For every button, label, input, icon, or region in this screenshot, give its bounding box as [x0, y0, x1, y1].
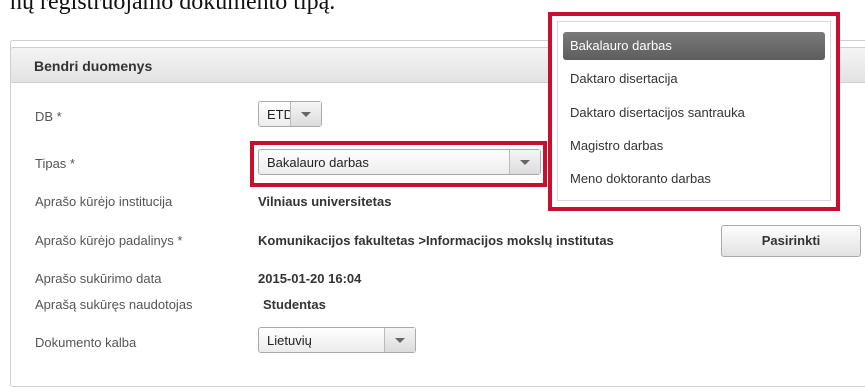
db-label: DB * — [35, 109, 62, 124]
type-select-value: Bakalauro darbas — [267, 155, 369, 170]
created-date-value: 2015-01-20 16:04 — [258, 271, 362, 286]
type-option-meno[interactable]: Meno doktoranto darbas — [563, 165, 825, 193]
intro-text: nų registruojamo dokumento tipą. — [10, 0, 336, 15]
language-select-toggle[interactable] — [384, 328, 415, 352]
db-select[interactable]: ETD — [258, 101, 322, 127]
institution-value: Vilniaus universitetas — [258, 194, 392, 209]
type-select[interactable]: Bakalauro darbas — [258, 149, 541, 175]
created-by-label: Aprašą sukūręs naudotojas — [35, 297, 193, 312]
chevron-down-icon — [301, 112, 311, 117]
language-label: Dokumento kalba — [35, 335, 137, 350]
select-department-button[interactable]: Pasirinkti — [721, 225, 861, 257]
type-option-magistro[interactable]: Magistro darbas — [563, 132, 825, 160]
type-label: Tipas * — [35, 156, 75, 171]
department-label: Aprašo kūrėjo padalinys * — [35, 233, 183, 248]
language-select-value: Lietuvių — [267, 333, 312, 348]
created-by-value: Studentas — [263, 297, 326, 312]
language-select[interactable]: Lietuvių — [258, 327, 416, 353]
institution-label: Aprašo kūrėjo institucija — [35, 194, 173, 209]
chevron-down-icon — [395, 338, 405, 343]
created-date-label: Aprašo sukūrimo data — [35, 271, 162, 286]
type-select-toggle[interactable] — [509, 150, 540, 174]
department-value: Komunikacijos fakultetas >Informacijos m… — [258, 233, 614, 248]
type-option-daktaro-santrauka[interactable]: Daktaro disertacijos santrauka — [563, 99, 825, 127]
db-select-toggle[interactable] — [290, 102, 321, 126]
chevron-down-icon — [520, 160, 530, 165]
type-option-bakalauro[interactable]: Bakalauro darbas — [563, 32, 825, 60]
type-dropdown-list: Bakalauro darbas Daktaro disertacija Dak… — [557, 21, 831, 201]
panel-title: Bendri duomenys — [34, 58, 153, 74]
type-option-daktaro[interactable]: Daktaro disertacija — [563, 65, 825, 93]
